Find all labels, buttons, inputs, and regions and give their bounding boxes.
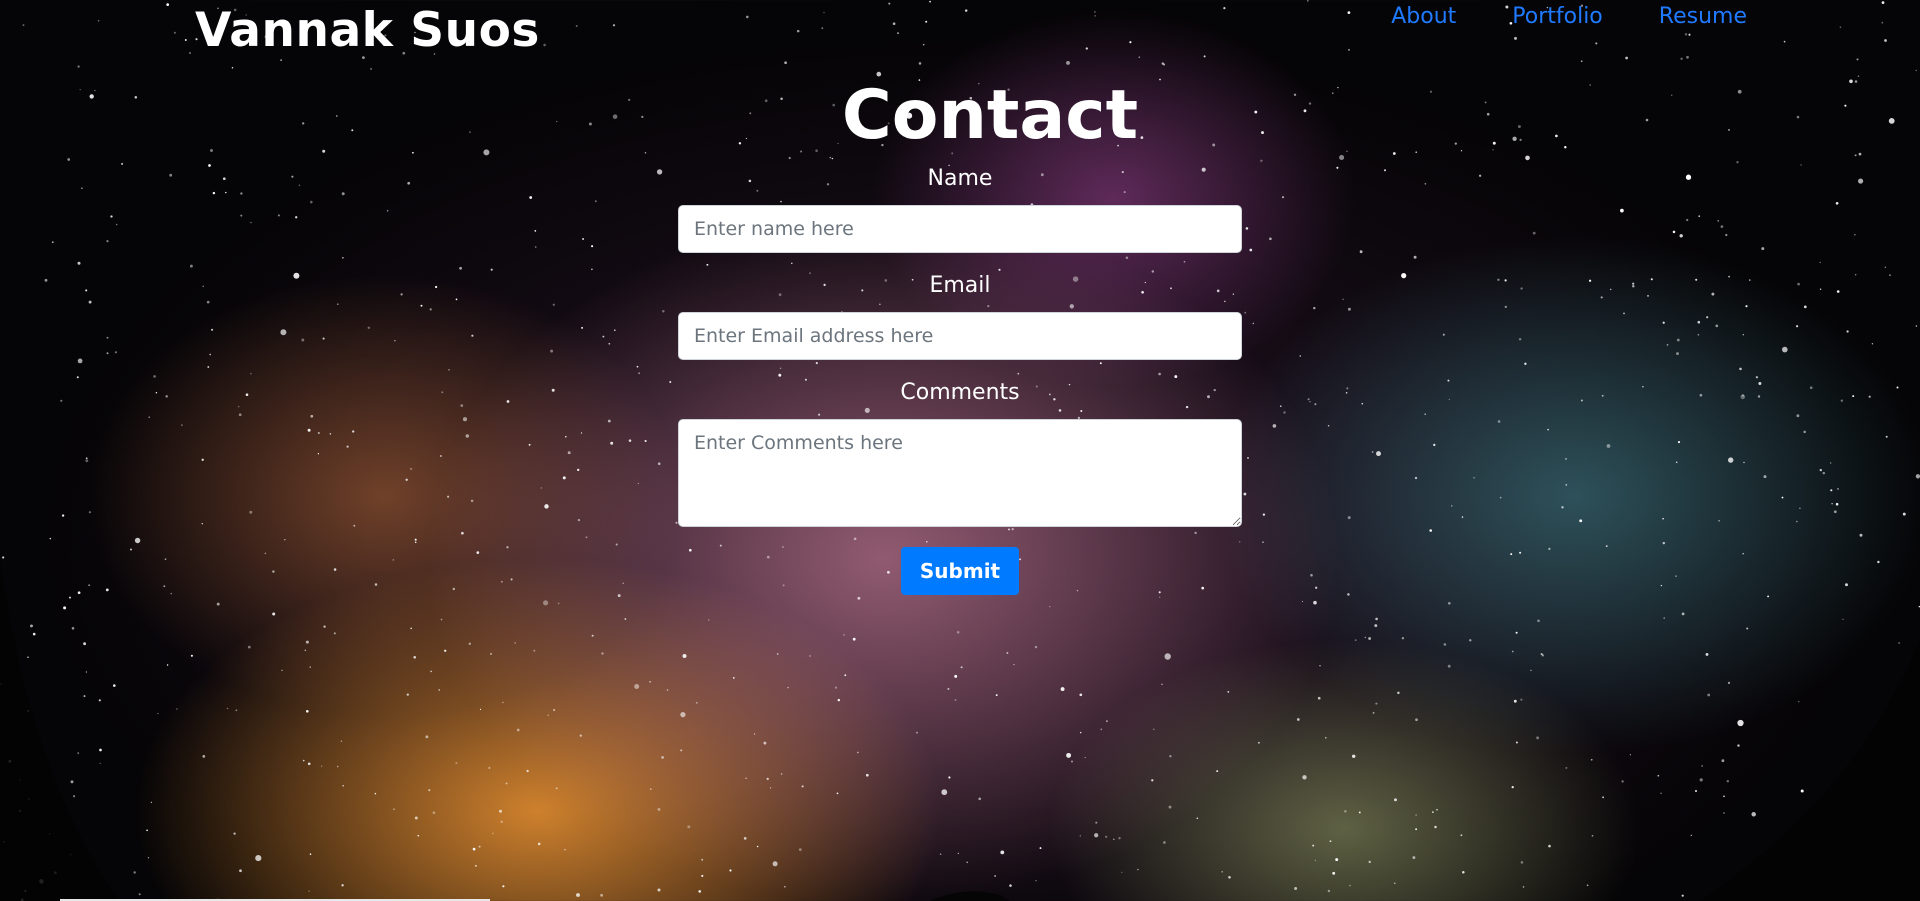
nav-link-about[interactable]: About [1363,2,1484,32]
site-brand[interactable]: Vannak Suos [195,2,540,60]
site-header: Vannak Suos About Portfolio Resume [0,0,1920,60]
email-label: Email [929,273,991,298]
page-title: Contact [841,76,1139,155]
nav-link-portfolio[interactable]: Portfolio [1484,2,1631,32]
comments-label: Comments [900,380,1020,405]
submit-container: Submit [678,547,1242,595]
submit-button[interactable]: Submit [900,547,1020,595]
contact-form: Name Email Comments Submit [678,160,1242,595]
email-input[interactable] [678,312,1242,360]
comments-textarea[interactable] [678,419,1242,527]
main-nav: About Portfolio Resume [1363,2,1775,32]
nav-link-resume[interactable]: Resume [1631,2,1775,32]
name-label: Name [927,166,993,191]
name-input[interactable] [678,205,1242,253]
